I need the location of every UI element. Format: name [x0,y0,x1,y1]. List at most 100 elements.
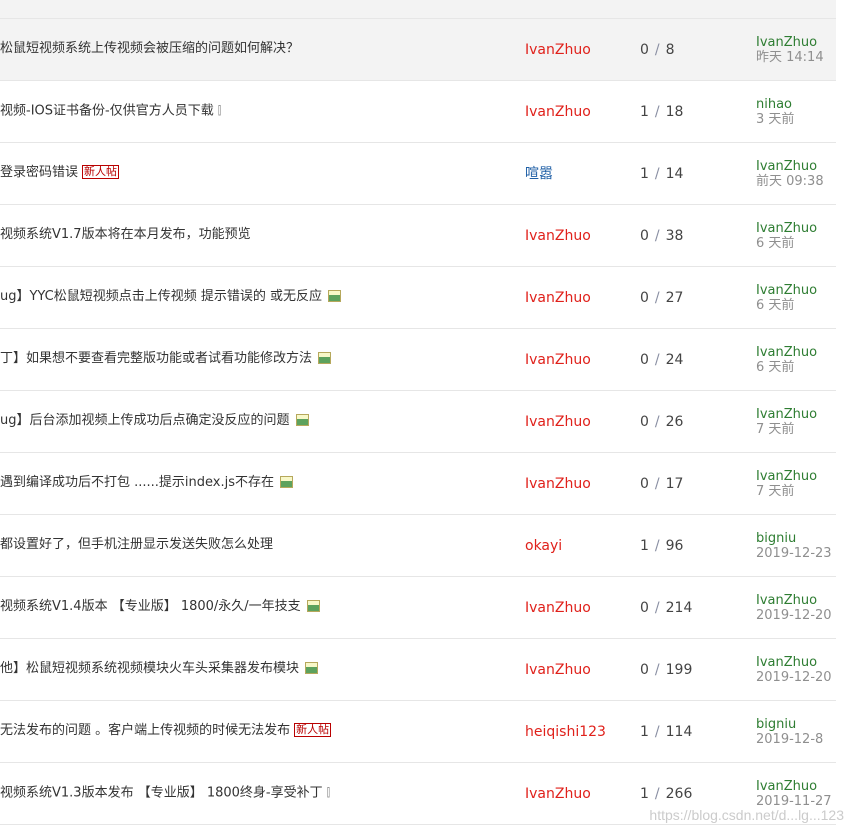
count-separator: / [654,662,660,678]
last-post: IvanZhuo 7 天前 [756,469,817,499]
last-post-time: 6 天前 [756,360,795,375]
last-post-user[interactable]: IvanZhuo [756,593,832,608]
last-post-user[interactable]: IvanZhuo [756,469,817,484]
view-count: 214 [665,600,693,616]
thread-title-text[interactable]: 丁】如果想不要查看完整版功能或者试看功能修改方法 [0,351,312,366]
last-post: IvanZhuo 2019-12-20 [756,593,832,623]
thread-row[interactable]: ug】YYC松鼠短视频点击上传视频 提示错误的 或无反应 IvanZhuo 0 /… [0,267,836,329]
thread-row[interactable]: 遇到编译成功后不打包 ......提示index.js不存在 IvanZhuo … [0,453,836,515]
reply-view-count: 0 / 27 [640,290,683,306]
image-icon [328,289,342,302]
count-separator: / [654,42,660,58]
thread-title-text[interactable]: 视频系统V1.4版本 【专业版】 1800/永久/一年技支 [0,599,301,614]
reply-count: 0 [640,600,649,616]
last-post-user[interactable]: IvanZhuo [756,655,832,670]
last-post-user[interactable]: IvanZhuo [756,221,817,236]
thread-title[interactable]: 松鼠短视频系统上传视频会被压缩的问题如何解决？ [0,41,299,57]
thread-title-text[interactable]: 遇到编译成功后不打包 ......提示index.js不存在 [0,475,274,490]
thread-author[interactable]: IvanZhuo [525,414,591,430]
last-post-user[interactable]: IvanZhuo [756,779,832,794]
reply-count: 0 [640,414,649,430]
last-post-time: 3 天前 [756,112,795,127]
reply-count: 1 [640,166,649,182]
thread-row[interactable]: 视频系统V1.4版本 【专业版】 1800/永久/一年技支 IvanZhuo 0… [0,577,836,639]
thread-title-text[interactable]: ug】YYC松鼠短视频点击上传视频 提示错误的 或无反应 [0,289,322,304]
thread-row[interactable]: 视频系统V1.7版本将在本月发布，功能预览 IvanZhuo 0 / 38 Ivan… [0,205,836,267]
thread-title-text[interactable]: 他】松鼠短视频系统视频模块火车头采集器发布模块 [0,661,299,676]
reply-count: 0 [640,352,649,368]
reply-count: 1 [640,724,649,740]
thread-row[interactable]: 都设置好了，但手机注册显示发送失败怎么处理 okayi 1 / 96 bigniu 2… [0,515,836,577]
thread-title-text[interactable]: 视频系统V1.7版本将在本月发布，功能预览 [0,227,251,242]
thread-title[interactable]: ug】后台添加视频上传成功后点确定没反应的问题 [0,413,309,429]
last-post-user[interactable]: IvanZhuo [756,407,817,422]
thread-title[interactable]: 视频-IOS证书备份-仅供官方人员下载 ⫿ [0,103,221,120]
thread-row[interactable]: 他】松鼠短视频系统视频模块火车头采集器发布模块 IvanZhuo 0 / 199 I… [0,639,836,701]
thread-title-text[interactable]: 都设置好了，但手机注册显示发送失败怎么处理 [0,537,273,552]
reply-view-count: 0 / 8 [640,42,675,58]
last-post: bigniu 2019-12-8 [756,717,823,747]
count-separator: / [654,228,660,244]
thread-title[interactable]: 视频系统V1.7版本将在本月发布，功能预览 [0,227,251,243]
last-post-user[interactable]: nihao [756,97,794,112]
thread-title-text[interactable]: 视频系统V1.3版本发布 【专业版】 1800终身-享受补丁 [0,786,323,801]
thread-title-text[interactable]: 视频-IOS证书备份-仅供官方人员下载 [0,104,214,119]
last-post-user[interactable]: bigniu [756,531,832,546]
thread-title-text[interactable]: ug】后台添加视频上传成功后点确定没反应的问题 [0,413,290,428]
thread-title[interactable]: ug】YYC松鼠短视频点击上传视频 提示错误的 或无反应 [0,289,342,305]
thread-title[interactable]: 丁】如果想不要查看完整版功能或者试看功能修改方法 [0,351,332,367]
thread-author[interactable]: IvanZhuo [525,228,591,244]
reply-view-count: 1 / 18 [640,104,683,120]
thread-author[interactable]: IvanZhuo [525,290,591,306]
thread-row[interactable]: 松鼠短视频系统上传视频会被压缩的问题如何解决？ IvanZhuo 0 / 8 Iva… [0,19,836,81]
thread-row[interactable]: 无法发布的问题 。客户端上传视频的时候无法发布 新人帖 heiqishi123 1… [0,701,836,763]
last-post-user[interactable]: IvanZhuo [756,159,824,174]
attachment-icon: ⫿ [217,104,222,117]
thread-title-text[interactable]: 松鼠短视频系统上传视频会被压缩的问题如何解决？ [0,41,299,56]
thread-title[interactable]: 他】松鼠短视频系统视频模块火车头采集器发布模块 [0,661,319,677]
thread-row[interactable]: ug】后台添加视频上传成功后点确定没反应的问题 IvanZhuo 0 / 26 Iv… [0,391,836,453]
last-post-time: 6 天前 [756,298,795,313]
thread-row[interactable]: 丁】如果想不要查看完整版功能或者试看功能修改方法 IvanZhuo 0 / 24 I… [0,329,836,391]
thread-title[interactable]: 遇到编译成功后不打包 ......提示index.js不存在 [0,475,294,491]
thread-author[interactable]: IvanZhuo [525,42,591,58]
last-post-user[interactable]: IvanZhuo [756,283,817,298]
thread-row[interactable]: 登录密码错误 新人帖 喧嚣 1 / 14 IvanZhuo 前天 09:38 [0,143,836,205]
view-count: 27 [665,290,684,306]
thread-author[interactable]: IvanZhuo [525,600,591,616]
thread-title[interactable]: 都设置好了，但手机注册显示发送失败怎么处理 [0,537,273,553]
thread-author[interactable]: IvanZhuo [525,352,591,368]
thread-author[interactable]: okayi [525,538,562,554]
thread-author[interactable]: heiqishi123 [525,724,606,740]
view-count: 14 [665,166,684,182]
image-icon [306,599,320,612]
image-icon [280,475,294,488]
thread-author[interactable]: 喧嚣 [525,166,553,182]
thread-title-text[interactable]: 无法发布的问题 。客户端上传视频的时候无法发布 [0,723,290,738]
thread-author[interactable]: IvanZhuo [525,476,591,492]
last-post-user[interactable]: bigniu [756,717,823,732]
last-post-user[interactable]: IvanZhuo [756,345,817,360]
thread-author[interactable]: IvanZhuo [525,104,591,120]
thread-title[interactable]: 登录密码错误 新人帖 [0,164,120,181]
view-count: 96 [665,538,684,554]
view-count: 18 [665,104,684,120]
count-separator: / [654,352,660,368]
thread-author[interactable]: IvanZhuo [525,786,591,802]
reply-view-count: 0 / 214 [640,600,692,616]
reply-view-count: 0 / 199 [640,662,692,678]
thread-row[interactable]: 视频系统V1.3版本发布 【专业版】 1800终身-享受补丁 ⫿ IvanZhuo… [0,763,836,825]
thread-title-text[interactable]: 登录密码错误 [0,165,78,180]
reply-view-count: 0 / 17 [640,476,683,492]
last-post: IvanZhuo 6 天前 [756,283,817,313]
thread-title[interactable]: 视频系统V1.4版本 【专业版】 1800/永久/一年技支 [0,599,320,615]
thread-row[interactable]: 视频-IOS证书备份-仅供官方人员下载 ⫿ IvanZhuo 1 / 18 nihao… [0,81,836,143]
last-post-user[interactable]: IvanZhuo [756,35,824,50]
thread-author[interactable]: IvanZhuo [525,662,591,678]
forum-thread-list-view: 松鼠短视频系统上传视频会被压缩的问题如何解决？ IvanZhuo 0 / 8 Iva… [0,0,852,835]
view-count: 26 [665,414,684,430]
thread-title[interactable]: 视频系统V1.3版本发布 【专业版】 1800终身-享受补丁 ⫿ [0,785,330,802]
thread-title[interactable]: 无法发布的问题 。客户端上传视频的时候无法发布 新人帖 [0,722,332,739]
last-post-time: 7 天前 [756,484,795,499]
last-post: bigniu 2019-12-23 [756,531,832,561]
